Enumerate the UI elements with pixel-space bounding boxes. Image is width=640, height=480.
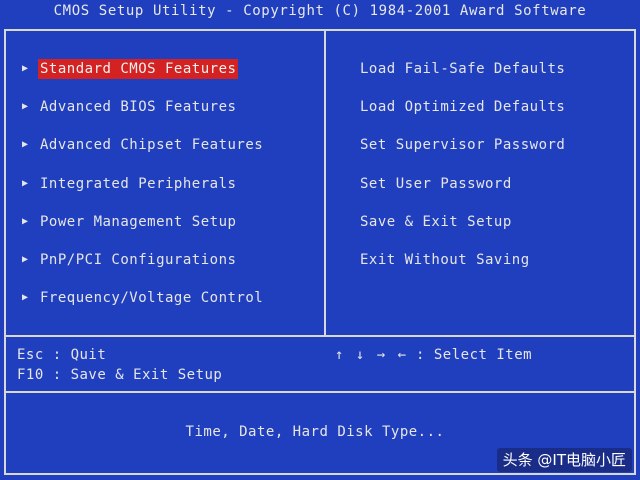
menu-item-label: Advanced Chipset Features bbox=[40, 137, 264, 153]
triangle-right-icon: ▶ bbox=[22, 254, 29, 265]
help-f10-save-exit: F10 : Save & Exit Setup bbox=[17, 367, 223, 383]
menu-item-standard-cmos-features[interactable]: ▶ Standard CMOS Features bbox=[22, 59, 239, 79]
triangle-right-icon: ▶ bbox=[22, 63, 29, 74]
menu-item-advanced-chipset-features[interactable]: ▶ Advanced Chipset Features bbox=[22, 135, 265, 155]
help-select-item: : Select Item bbox=[416, 347, 533, 363]
triangle-right-icon: ▶ bbox=[22, 292, 29, 303]
menu-item-advanced-bios-features[interactable]: ▶ Advanced BIOS Features bbox=[22, 97, 238, 117]
menu-item-power-management-setup[interactable]: ▶ Power Management Setup bbox=[22, 212, 238, 232]
item-description: Time, Date, Hard Disk Type... bbox=[185, 424, 445, 440]
menu-item-label: Save & Exit Setup bbox=[360, 214, 512, 230]
menu-item-load-fail-safe-defaults[interactable]: Load Fail-Safe Defaults bbox=[358, 59, 567, 79]
menu-item-save-exit-setup[interactable]: Save & Exit Setup bbox=[358, 212, 514, 232]
menu-item-label: PnP/PCI Configurations bbox=[40, 252, 237, 268]
menu-item-load-optimized-defaults[interactable]: Load Optimized Defaults bbox=[358, 97, 567, 117]
menu-item-label: Set User Password bbox=[360, 176, 512, 192]
menu-item-label: Set Supervisor Password bbox=[360, 137, 566, 153]
menu-item-exit-without-saving[interactable]: Exit Without Saving bbox=[358, 250, 532, 270]
menu-item-set-user-password[interactable]: Set User Password bbox=[358, 174, 514, 194]
triangle-right-icon: ▶ bbox=[22, 216, 29, 227]
menu-item-label: Power Management Setup bbox=[40, 214, 237, 230]
menu-item-label: Frequency/Voltage Control bbox=[40, 290, 264, 306]
triangle-right-icon: ▶ bbox=[22, 178, 29, 189]
bios-screen: CMOS Setup Utility - Copyright (C) 1984-… bbox=[0, 0, 640, 480]
menu-item-label: Exit Without Saving bbox=[360, 252, 530, 268]
menu-item-integrated-peripherals[interactable]: ▶ Integrated Peripherals bbox=[22, 174, 238, 194]
triangle-right-icon: ▶ bbox=[22, 101, 29, 112]
menu-item-label: Load Optimized Defaults bbox=[360, 99, 566, 115]
menu-item-label: Integrated Peripherals bbox=[40, 176, 237, 192]
menu-item-label: Load Fail-Safe Defaults bbox=[360, 61, 566, 77]
arrow-keys-icon: ↑ ↓ → ← bbox=[335, 347, 409, 363]
help-esc-quit: Esc : Quit bbox=[17, 347, 107, 363]
menu-item-set-supervisor-password[interactable]: Set Supervisor Password bbox=[358, 135, 567, 155]
menu-item-frequency-voltage-control[interactable]: ▶ Frequency/Voltage Control bbox=[22, 288, 265, 308]
menu-item-pnp-pci-configurations[interactable]: ▶ PnP/PCI Configurations bbox=[22, 250, 238, 270]
help-panel bbox=[4, 335, 636, 393]
watermark: 头条 @IT电脑小匠 bbox=[496, 448, 632, 472]
window-title: CMOS Setup Utility - Copyright (C) 1984-… bbox=[53, 3, 587, 19]
menu-item-label: Standard CMOS Features bbox=[38, 59, 239, 79]
menu-item-label: Advanced BIOS Features bbox=[40, 99, 237, 115]
triangle-right-icon: ▶ bbox=[22, 139, 29, 150]
